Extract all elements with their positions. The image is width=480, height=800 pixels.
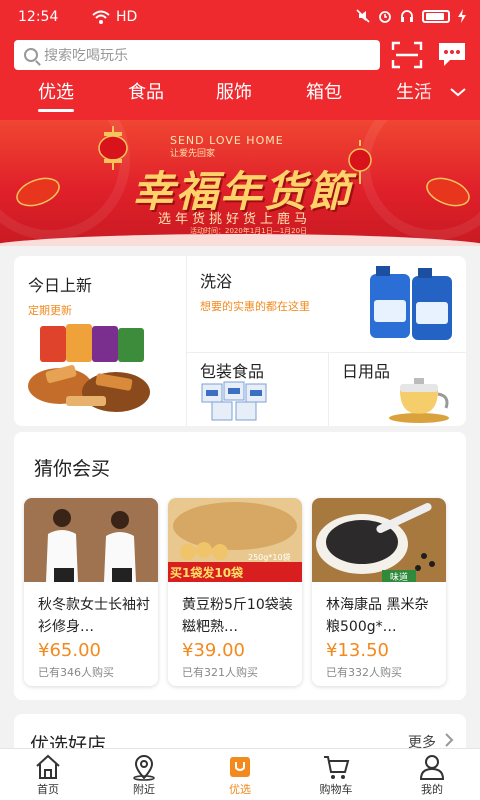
mute-icon: [356, 9, 370, 23]
nav-label: 我的: [421, 783, 443, 796]
feature-title: 洗浴: [200, 272, 233, 291]
product-price: ¥65.00: [38, 640, 101, 661]
status-network: HD: [92, 9, 137, 25]
message-icon[interactable]: [436, 40, 468, 68]
feature-subtitle: 定期更新: [28, 304, 72, 317]
feature-today-new[interactable]: 今日上新 定期更新: [14, 256, 186, 426]
feature-title: 包装食品: [200, 362, 265, 381]
status-icons: [356, 9, 466, 23]
product-card[interactable]: 秋冬款女士长袖衬衫修身… ¥65.00 已有346人购买: [24, 498, 158, 686]
product-price: ¥39.00: [182, 640, 245, 661]
promo-banner[interactable]: SEND LOVE HOME 让爱先回家 幸福年货節 选年货挑好货上鹿马 活动时…: [0, 120, 480, 246]
product-image: [24, 498, 158, 582]
feature-subtitle: 想要的实惠的都在这里: [200, 300, 310, 313]
tab-bags[interactable]: 箱包: [306, 78, 342, 104]
lantern-icon: [426, 177, 470, 207]
chevron-right-icon[interactable]: [444, 732, 454, 748]
feature-grid: 今日上新 定期更新 洗浴 想要的实惠的都在这里 包装食品 日用品: [14, 256, 466, 426]
product-image: [312, 498, 446, 582]
product-card[interactable]: 味道 林海康品 黑米杂粮500g*… ¥13.50 已有332人购买: [312, 498, 446, 686]
nav-youxuan[interactable]: 优选: [192, 749, 288, 800]
headset-icon: [401, 10, 413, 22]
snack-image: [28, 324, 150, 412]
search-input[interactable]: 搜索吃喝玩乐: [14, 40, 380, 70]
header: 12:54 HD 搜索吃喝玩乐 优选 食品 服饰 箱包 生活: [0, 0, 480, 120]
cart-icon: [324, 756, 350, 779]
tab-food[interactable]: 食品: [128, 78, 164, 104]
product-sold: 已有321人购买: [182, 666, 258, 679]
tab-clothing[interactable]: 服饰: [216, 78, 252, 104]
product-name: 黄豆粉5斤10袋装糍粑熟…: [182, 597, 293, 635]
alarm-icon: [379, 11, 391, 23]
nav-label: 首页: [37, 783, 59, 796]
product-price: ¥13.50: [326, 640, 389, 661]
product-sold: 已有346人购买: [38, 666, 114, 679]
product-sold: 已有332人购买: [326, 666, 402, 679]
nav-label: 优选: [229, 783, 251, 796]
status-time: 12:54: [18, 9, 59, 25]
promo-label: 买1袋发10袋: [170, 566, 244, 580]
nav-mine[interactable]: 我的: [384, 749, 480, 800]
product-name: 林海康品 黑米杂粮500g*…: [326, 597, 429, 635]
nav-label: 附近: [133, 783, 155, 796]
chevron-down-icon[interactable]: [448, 84, 468, 100]
location-icon: [133, 755, 155, 781]
feature-title: 今日上新: [28, 276, 93, 295]
bag-icon: [230, 757, 250, 777]
category-tabs: 优选 食品 服饰 箱包 生活: [0, 74, 480, 114]
network-type: HD: [116, 9, 138, 25]
feature-title: 日用品: [342, 362, 391, 381]
bottom-nav: 首页 附近 优选 购物车 我的: [0, 748, 480, 800]
status-bar: 12:54 HD: [0, 0, 480, 34]
search-placeholder: 搜索吃喝玩乐: [44, 48, 128, 64]
feature-packaged-food[interactable]: 包装食品: [186, 352, 328, 426]
tab-youxuan[interactable]: 优选: [38, 78, 74, 112]
nav-home[interactable]: 首页: [0, 749, 96, 800]
nav-label: 购物车: [319, 783, 353, 796]
wifi-icon: [92, 10, 110, 24]
user-icon: [419, 755, 445, 780]
product-name: 秋冬款女士长袖衬衫修身…: [38, 597, 150, 635]
banner-subtitle: 选年货挑好货上鹿马: [158, 212, 312, 227]
nav-cart[interactable]: 购物车: [288, 749, 384, 800]
feature-daily-goods[interactable]: 日用品: [328, 352, 466, 426]
feature-bath[interactable]: 洗浴 想要的实惠的都在这里: [186, 256, 466, 352]
lantern-icon: [98, 126, 128, 170]
product-tag: 味道: [390, 573, 409, 583]
packaged-food-image: [201, 381, 267, 421]
battery-icon: [422, 9, 450, 23]
search-icon: [24, 48, 38, 62]
promo-sublabel: 250g*10袋: [248, 553, 291, 562]
recommend-section: 猜你会买 秋冬款女士长袖衬衫修身… ¥65.00 已有346人购买 买1袋发10…: [14, 432, 466, 700]
nav-nearby[interactable]: 附近: [96, 749, 192, 800]
kettle-image: [389, 378, 449, 423]
section-title: 猜你会买: [34, 458, 111, 480]
scan-icon[interactable]: [390, 40, 424, 70]
lantern-icon: [16, 177, 60, 207]
charging-icon: [458, 9, 466, 23]
product-card[interactable]: 买1袋发10袋 250g*10袋 黄豆粉5斤10袋装糍粑熟… ¥39.00 已有…: [168, 498, 302, 686]
home-icon: [36, 754, 60, 779]
detergent-image: [370, 266, 452, 340]
